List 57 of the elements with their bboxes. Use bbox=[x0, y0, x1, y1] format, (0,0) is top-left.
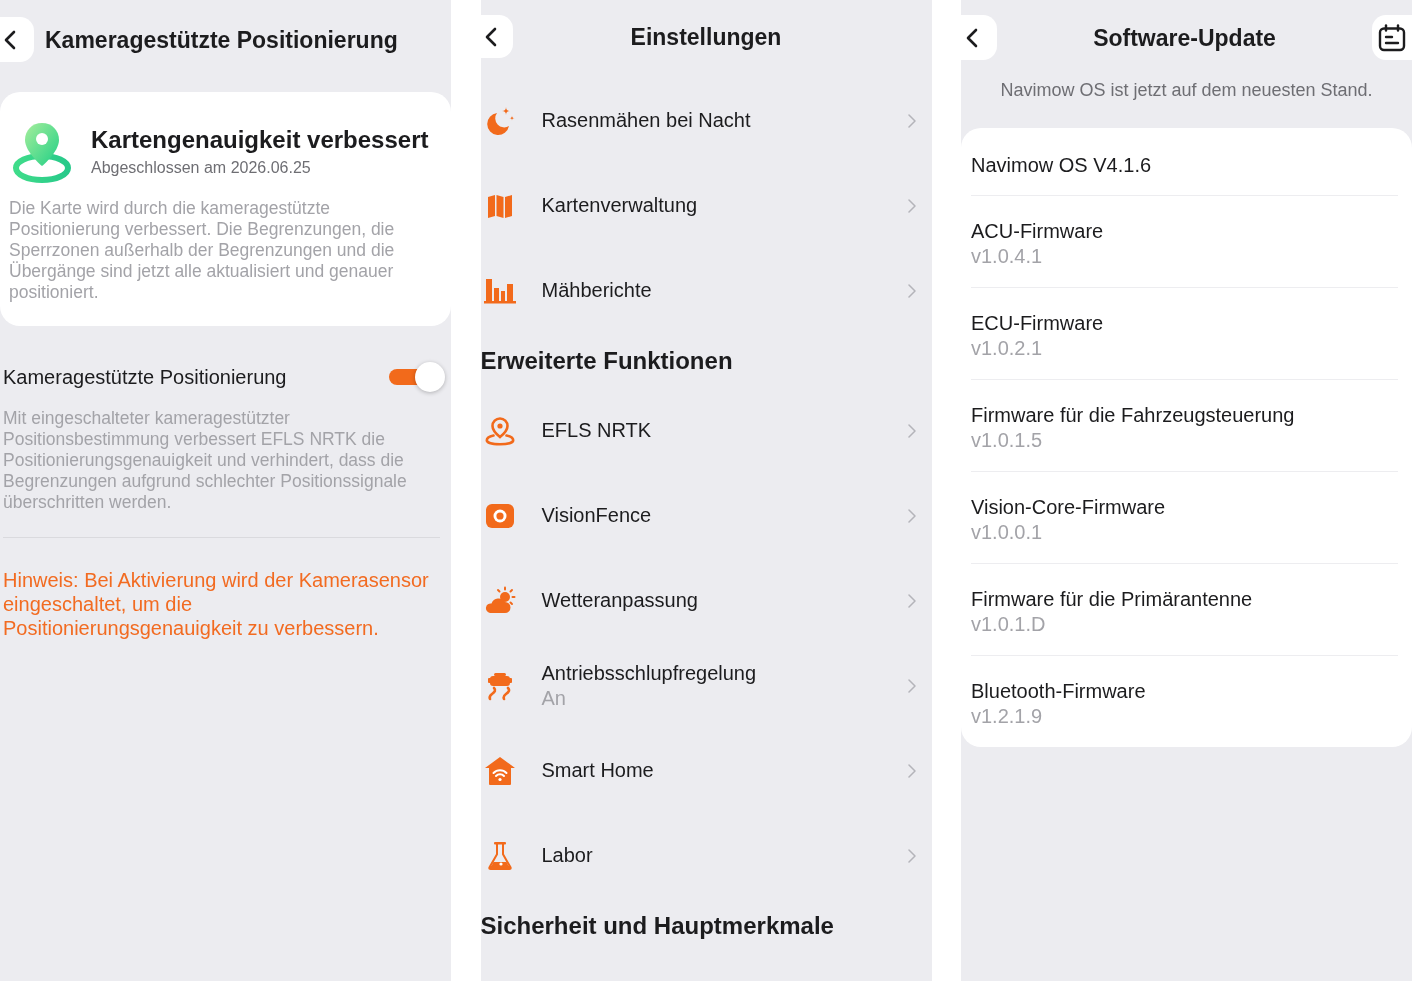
screen-title: Software-Update bbox=[1093, 23, 1276, 52]
chevron-right-icon bbox=[907, 593, 916, 608]
section-heading: Sicherheit und Hauptmerkmale bbox=[480, 910, 834, 941]
back-icon bbox=[4, 29, 16, 50]
status-text: An bbox=[541, 685, 566, 711]
os-version: Navimow OS V4.1.6 bbox=[971, 154, 1152, 176]
settings-row[interactable]: Kartenverwaltung bbox=[480, 163, 932, 248]
settings-row[interactable]: EFLS NRTK bbox=[480, 388, 932, 473]
settings-row[interactable]: Smart Home bbox=[480, 728, 932, 813]
cloud-sun-icon bbox=[483, 585, 516, 616]
chevron-right-icon bbox=[907, 508, 916, 523]
back-icon bbox=[484, 26, 497, 47]
settings-row[interactable]: Rasenmähen bei Nacht bbox=[480, 78, 932, 163]
version-text: v1.0.4.1 bbox=[971, 244, 1043, 269]
version-text: v1.0.1.5 bbox=[971, 428, 1043, 453]
section-heading: Erweiterte Funktionen bbox=[480, 345, 733, 376]
version-text: v1.2.1.9 bbox=[971, 704, 1043, 729]
firmware-name: Vision-Core-Firmware bbox=[971, 495, 1166, 520]
settings-row[interactable]: VisionFence bbox=[480, 473, 932, 558]
firmware-name: ACU-Firmware bbox=[971, 219, 1104, 244]
screen-title: Einstellungen bbox=[630, 22, 782, 51]
toggle-description: Mit eingeschalteter kameragestützter Positionsbestimmung verbessert EFLS NRTK die Positionierungsgenauigkeit und verhindert, dass die Begrenzungen aufgrund schlechter Positionssignale überschritten werden. bbox=[2, 408, 408, 513]
calendar-icon bbox=[1378, 23, 1406, 52]
firmware-name: Firmware für die Primärantenne bbox=[971, 587, 1253, 612]
version-text: v1.0.1.D bbox=[971, 612, 1046, 637]
settings-row[interactable]: Labor bbox=[480, 813, 932, 898]
location-pin-icon bbox=[484, 415, 515, 446]
chevron-right-icon bbox=[907, 678, 916, 693]
version-text: v1.0.0.1 bbox=[971, 520, 1043, 545]
home-wifi-icon bbox=[483, 755, 516, 786]
card-description: Die Karte wird durch die kameragestützte Positionierung verbessert. Die Begrenzungen, die Sperrzonen außerhalb der Begrenzungen und die Übergänge sind jetzt alle aktualisiert und genauer positioniert. bbox=[9, 198, 396, 303]
card-subtitle: Abgeschlossen am 2026.06.25 bbox=[91, 158, 312, 178]
screen-title: Kameragestützte Positionierung bbox=[45, 25, 398, 54]
version-text: v1.0.2.1 bbox=[971, 336, 1043, 361]
chevron-right-icon bbox=[907, 423, 916, 438]
firmware-name: Bluetooth-Firmware bbox=[971, 679, 1146, 704]
calendar-button[interactable] bbox=[1372, 15, 1412, 60]
status-subtitle: Navimow OS ist jetzt auf dem neuesten Stand. bbox=[999, 79, 1374, 101]
chevron-right-icon bbox=[907, 113, 916, 128]
settings-row[interactable]: Mähberichte bbox=[480, 248, 932, 333]
back-button[interactable] bbox=[0, 17, 34, 62]
firmware-name: ECU-Firmware bbox=[971, 311, 1104, 336]
card-title: Kartengenauigkeit verbessert bbox=[91, 125, 429, 155]
back-button[interactable] bbox=[480, 15, 513, 58]
hint-text: Hinweis: Bei Aktivierung wird der Kamerasensor eingeschaltet, um die Positionierungsgenauigkeit zu verbessern. bbox=[2, 568, 430, 640]
chevron-right-icon bbox=[907, 283, 916, 298]
chevron-right-icon bbox=[907, 763, 916, 778]
back-icon bbox=[966, 27, 978, 48]
toggle-switch[interactable] bbox=[389, 362, 445, 392]
firmware-name: Firmware für die Fahrzeugsteuerung bbox=[971, 403, 1295, 428]
chevron-right-icon bbox=[907, 198, 916, 213]
chevron-right-icon bbox=[907, 848, 916, 863]
toggle-label: Kameragestützte Positionierung bbox=[3, 365, 287, 390]
back-button[interactable] bbox=[961, 15, 997, 60]
location-pin-icon bbox=[12, 120, 72, 184]
settings-row[interactable]: Wetteranpassung bbox=[480, 558, 932, 643]
settings-row[interactable]: Antriebsschlupfregelung An bbox=[480, 643, 932, 728]
